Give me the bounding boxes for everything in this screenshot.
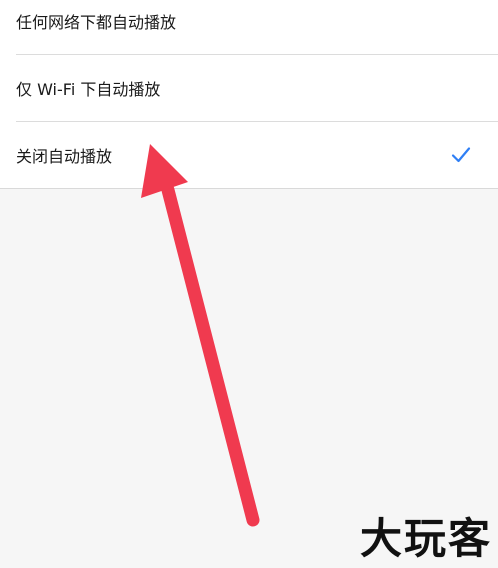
checkmark-icon [451, 147, 471, 163]
option-autoplay-wifi-only[interactable]: 仅 Wi-Fi 下自动播放 [0, 55, 498, 121]
option-label-any-network: 任何网络下都自动播放 [16, 13, 177, 32]
option-autoplay-any-network[interactable]: 任何网络下都自动播放 [0, 0, 498, 54]
option-label-wifi-only: 仅 Wi-Fi 下自动播放 [16, 80, 161, 99]
option-autoplay-off[interactable]: 关闭自动播放 [0, 122, 498, 188]
autoplay-options-list: 任何网络下都自动播放 仅 Wi-Fi 下自动播放 关闭自动播放 [0, 0, 498, 189]
watermark-text: 大玩客 [359, 514, 492, 563]
option-label-off: 关闭自动播放 [16, 147, 113, 166]
